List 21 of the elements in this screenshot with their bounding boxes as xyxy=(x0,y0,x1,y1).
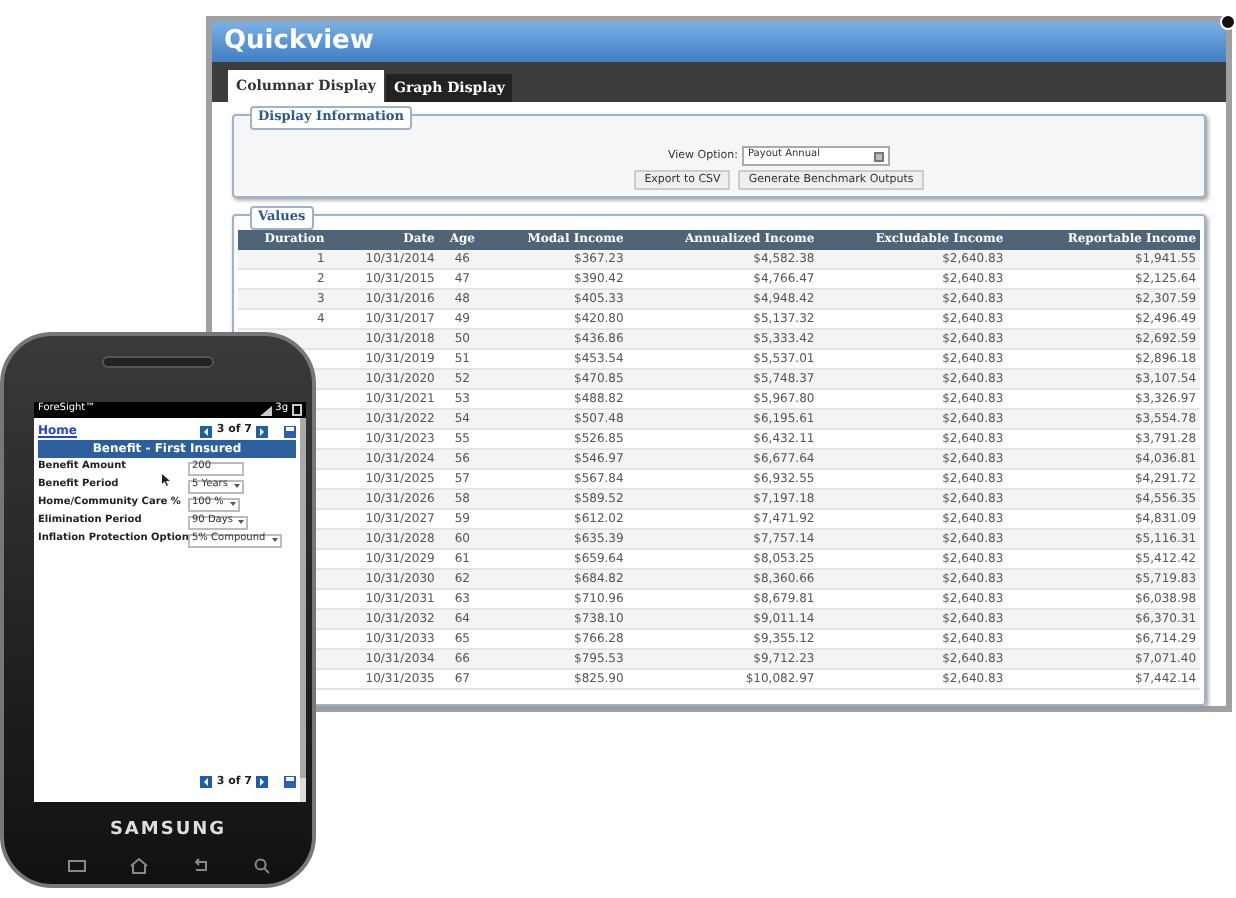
close-icon[interactable] xyxy=(1220,14,1236,30)
back-icon[interactable] xyxy=(191,857,209,873)
home-icon[interactable] xyxy=(129,857,147,873)
mouse-pointer-icon xyxy=(162,474,170,486)
caret-icon xyxy=(233,484,240,488)
caret-icon xyxy=(229,502,236,506)
save-icon[interactable] xyxy=(284,425,296,437)
save-icon[interactable] xyxy=(284,775,296,788)
next-page-icon[interactable] xyxy=(256,425,268,437)
speaker-grille xyxy=(102,356,214,368)
brand-label: SAMSUNG xyxy=(109,818,227,844)
signal-icon xyxy=(259,405,272,415)
next-page-icon[interactable] xyxy=(256,775,268,788)
caret-icon xyxy=(238,520,245,524)
menu-icon[interactable] xyxy=(67,859,85,871)
search-icon[interactable] xyxy=(253,857,269,873)
window-title: Quickview xyxy=(224,24,374,61)
caret-icon xyxy=(271,538,278,542)
previous-page-icon[interactable] xyxy=(200,775,213,788)
previous-page-icon[interactable] xyxy=(200,425,213,437)
battery-icon xyxy=(292,404,302,416)
